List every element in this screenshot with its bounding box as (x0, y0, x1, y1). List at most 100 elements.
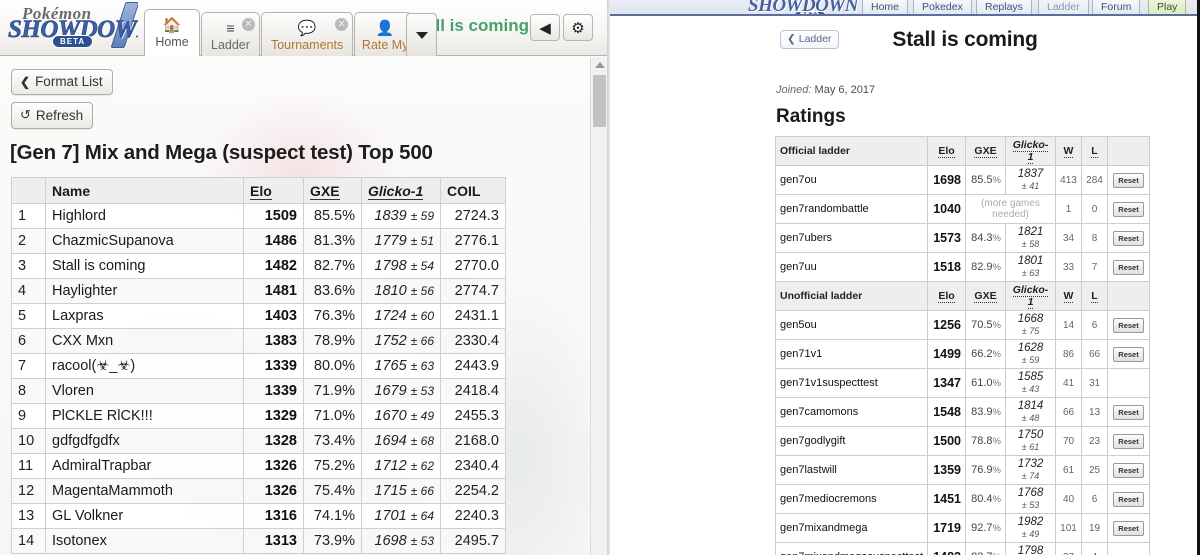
table-row[interactable]: 3 Stall is coming 1482 82.7% 1798 ± 54 2770.0 (11, 253, 506, 279)
cell-rank: 11 (11, 453, 46, 479)
table-row[interactable]: 6 CXX Mxn 1383 78.9% 1752 ± 66 2330.4 (11, 328, 506, 354)
reset-button[interactable]: Reset (1113, 259, 1144, 275)
cell-format[interactable]: gen7randombattle (775, 194, 928, 224)
refresh-button[interactable]: ↻ Refresh (11, 102, 94, 129)
table-row[interactable]: 9 PlCKLE RlCK!!! 1329 71.0% 1670 ± 49 2455.3 (11, 403, 506, 429)
reset-button[interactable]: Reset (1113, 491, 1144, 507)
table-row[interactable]: gen7mixandmegasuspecttest148282.7%1798± … (775, 542, 1150, 555)
nav-home[interactable]: Home (862, 0, 909, 14)
table-row[interactable]: gen7ou 1698 85.5% 1837 ± 41 413 284 Reset (775, 165, 1150, 195)
nav-pokedex[interactable]: Pokedex (913, 0, 972, 14)
cell-format[interactable]: gen5ou (775, 310, 928, 340)
reset-button[interactable]: Reset (1113, 433, 1144, 449)
table-row[interactable]: 8 Vloren 1339 71.9% 1679 ± 53 2418.4 (11, 378, 506, 404)
col-coil[interactable]: COIL (440, 177, 506, 204)
table-row[interactable]: gen7mediocremons 1451 80.4% 1768 ± 53 40 6 Rese… (775, 484, 1150, 514)
table-row[interactable]: 2 ChazmicSupanova 1486 81.3% 1779 ± 51 2776.1 (11, 228, 506, 254)
format-list-button[interactable]: ❮ Format List (11, 69, 113, 95)
glicko-value: 1821 (1017, 226, 1044, 238)
cell-format[interactable]: gen71v1suspecttest (775, 368, 928, 398)
table-row[interactable]: gen5ou 1256 70.5% 1668 ± 75 14 6 Reset (775, 310, 1150, 340)
reset-button[interactable]: Reset (1113, 172, 1144, 188)
username-label[interactable]: Stall is coming (437, 16, 529, 36)
col-l[interactable]: L (1081, 281, 1108, 311)
cell-format[interactable]: gen7uu (775, 252, 928, 282)
reset-button[interactable]: Reset (1113, 462, 1144, 478)
col-l[interactable]: L (1081, 136, 1108, 166)
tab-rate-my[interactable]: 👤 Rate My (354, 12, 413, 56)
close-icon[interactable]: ✕ (335, 18, 349, 31)
col-elo[interactable]: Elo (927, 281, 966, 311)
reset-button[interactable]: Reset (1113, 201, 1144, 217)
col-glicko[interactable]: Glicko-1 (361, 177, 441, 204)
scrollbar-thumb[interactable] (593, 75, 606, 127)
sound-toggle-button[interactable]: ◀ (530, 14, 560, 41)
nav-replays[interactable]: Replays (976, 0, 1032, 14)
table-row[interactable]: gen71v1 1499 66.2% 1628 ± 59 86 66 Reset (775, 339, 1150, 369)
tab-ladder[interactable]: ✕ ≡ Ladder (201, 12, 260, 56)
cell-format[interactable]: gen7mixandmegasuspecttest (775, 542, 928, 555)
cell-gxe: 82.7% (965, 542, 1006, 555)
reset-button[interactable]: Reset (1113, 317, 1144, 333)
table-row[interactable]: 5 Laxpras 1403 76.3% 1724 ± 60 2431.1 (11, 303, 506, 329)
col-gxe[interactable]: GXE (965, 281, 1006, 311)
table-row[interactable]: gen7mixandmega 1719 92.7% 1982 ± 49 101 19 Rese… (775, 513, 1150, 543)
cell-format[interactable]: gen7mixandmega (775, 513, 928, 543)
table-row[interactable]: gen7ubers 1573 84.3% 1821 ± 58 34 8 Reset (775, 223, 1150, 253)
nav-play[interactable]: Play (1148, 0, 1187, 14)
cell-glicko: 1712 ± 62 (361, 453, 441, 479)
settings-button[interactable]: ⚙ (563, 14, 593, 41)
nav-forum[interactable]: Forum (1092, 0, 1141, 14)
col-gxe[interactable]: GXE (303, 177, 362, 204)
col-elo[interactable]: Elo (927, 136, 966, 166)
glicko-deviation: ± 68 (410, 434, 434, 448)
left-pane-scrollbar[interactable] (590, 57, 607, 555)
col-w[interactable]: W (1055, 281, 1082, 311)
cell-format[interactable]: gen7ubers (775, 223, 928, 253)
table-row[interactable]: gen7camomons 1548 83.9% 1814 ± 48 66 13 Reset (775, 397, 1150, 427)
website-logo[interactable]: SHOWDOWN BETA (748, 0, 859, 14)
table-row[interactable]: 4 Haylighter 1481 83.6% 1810 ± 56 2774.7 (11, 278, 506, 304)
cell-format[interactable]: gen7mediocremons (775, 484, 928, 514)
table-row[interactable]: 12 MagentaMammoth 1326 75.4% 1715 ± 66 2254.2 (11, 478, 506, 504)
table-row[interactable]: gen7randombattle 1040 (more games needed) 1… (775, 194, 1150, 224)
close-icon[interactable]: ✕ (241, 18, 255, 31)
table-row[interactable]: 13 GL Volkner 1316 74.1% 1701 ± 64 2240.3 (11, 503, 506, 529)
table-row[interactable]: gen7godlygift 1500 78.8% 1750 ± 61 70 23 Reset (775, 426, 1150, 456)
col-glicko[interactable]: Glicko-1 (1005, 281, 1056, 311)
scroll-up-icon[interactable] (595, 62, 605, 68)
table-row[interactable]: gen7lastwill 1359 76.9% 1732 ± 74 61 25 Reset (775, 455, 1150, 485)
col-elo[interactable]: Elo (243, 177, 304, 204)
cell-format[interactable]: gen7lastwill (775, 455, 928, 485)
cell-gxe: 83.9% (965, 397, 1006, 427)
showdown-logo[interactable]: Pokémon SHOWDOWN BETA (6, 2, 138, 50)
table-row[interactable]: gen7uu 1518 82.9% 1801 ± 63 33 7 Reset (775, 252, 1150, 282)
col-gxe[interactable]: GXE (965, 136, 1006, 166)
tab-overflow-dropdown[interactable] (406, 13, 437, 56)
cell-rank: 6 (11, 328, 46, 354)
cell-format[interactable]: gen71v1 (775, 339, 928, 369)
table-row[interactable]: gen71v1suspecttest 1347 61.0% 1585 ± 43 41 31 (775, 368, 1150, 398)
table-row[interactable]: 7 racool(☣_☣) 1339 80.0% 1765 ± 63 2443.9 (11, 353, 506, 379)
cell-losses: 6 (1081, 310, 1108, 340)
cell-format[interactable]: gen7ou (775, 165, 928, 195)
cell-format[interactable]: gen7godlygift (775, 426, 928, 456)
reset-button[interactable]: Reset (1113, 520, 1144, 536)
tab-home[interactable]: 🏠 Home (144, 9, 200, 56)
reset-button[interactable]: Reset (1113, 404, 1144, 420)
table-row[interactable]: 14 Isotonex 1313 73.9% 1698 ± 53 2495.7 (11, 528, 506, 554)
table-row[interactable]: 11 AdmiralTrapbar 1326 75.2% 1712 ± 62 2340.4 (11, 453, 506, 479)
reset-button[interactable]: Reset (1113, 230, 1144, 246)
glicko-deviation: ± 62 (410, 459, 434, 473)
col-w[interactable]: W (1055, 136, 1082, 166)
cell-format[interactable]: gen7camomons (775, 397, 928, 427)
tab-tournaments[interactable]: ✕ 💬 Tournaments (260, 12, 354, 56)
reset-button[interactable]: Reset (1113, 346, 1144, 362)
cell-gxe: 73.9% (303, 528, 362, 554)
nav-ladder[interactable]: Ladder (1038, 0, 1089, 14)
cell-elo: 1403 (243, 303, 304, 329)
cell-elo: 1339 (243, 378, 304, 404)
table-row[interactable]: 10 gdfgdfgdfx 1328 73.4% 1694 ± 68 2168.0 (11, 428, 506, 454)
table-row[interactable]: 1 Highlord 1509 85.5% 1839 ± 59 2724.3 (11, 203, 506, 229)
col-glicko[interactable]: Glicko-1 (1005, 136, 1056, 166)
